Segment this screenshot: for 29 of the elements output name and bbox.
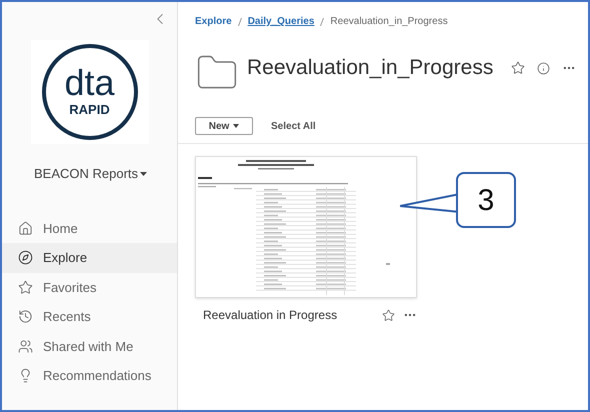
callout: 3: [456, 172, 516, 228]
explore-icon: [18, 250, 33, 266]
favorite-icon[interactable]: [511, 61, 526, 75]
breadcrumb-link[interactable]: Daily_Queries: [248, 14, 314, 29]
nav-item[interactable]: Shared with Me: [2, 332, 177, 361]
select-all-button[interactable]: Select All: [271, 118, 316, 134]
separator-icon: [320, 18, 324, 26]
home-icon: [18, 220, 33, 236]
shared-icon: [18, 338, 33, 354]
nav-item[interactable]: Recents: [2, 302, 177, 332]
favorite-icon[interactable]: [382, 308, 395, 322]
recents-icon: [18, 309, 33, 324]
separator-icon: [238, 18, 242, 26]
card-title[interactable]: Reevaluation in Progress: [203, 306, 338, 324]
page-title: Reevaluation_in_Progress: [247, 55, 494, 82]
site-selector[interactable]: BEACON Reports: [34, 164, 147, 184]
caret-icon: [233, 124, 240, 128]
nav-item[interactable]: Home: [2, 214, 177, 243]
nav-item[interactable]: Explore: [2, 243, 177, 272]
nav-item[interactable]: Favorites: [2, 272, 177, 302]
new-button[interactable]: New: [195, 117, 253, 135]
caret-icon: [140, 172, 147, 176]
favorites-icon: [18, 280, 33, 295]
nav-item[interactable]: Recommendations: [2, 361, 177, 390]
breadcrumb-text: Reevaluation_in_Progress: [330, 15, 448, 29]
logo-text: dta: [64, 64, 115, 100]
info-icon[interactable]: [537, 62, 550, 74]
breadcrumb-link[interactable]: Explore: [195, 14, 232, 29]
logo-subtext: RAPID: [69, 102, 110, 116]
